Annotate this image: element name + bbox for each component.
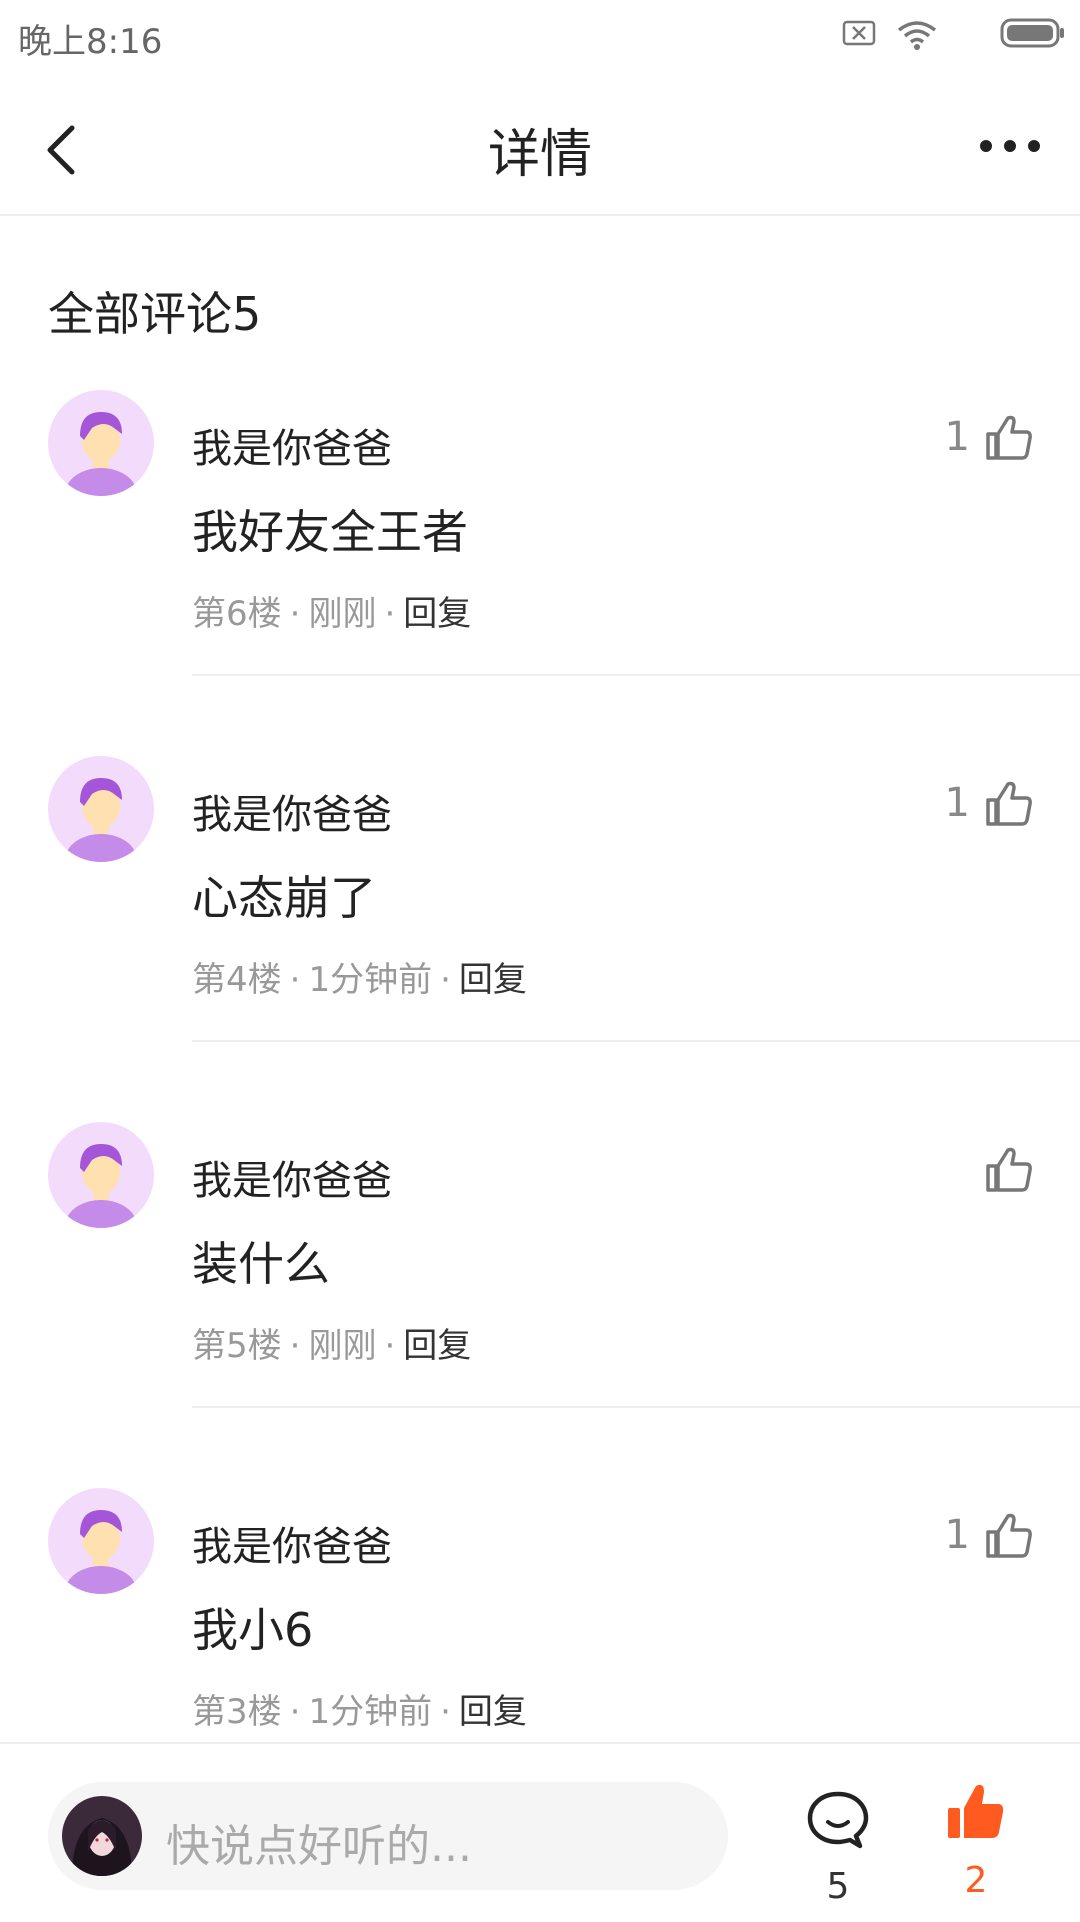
status-time: 晚上8:16	[18, 22, 163, 62]
meta-separator: ·	[289, 960, 301, 1000]
comment-username[interactable]: 我是你爸爸	[192, 782, 392, 840]
comment-text: 心态崩了	[192, 871, 376, 925]
thumbs-up-icon	[986, 1147, 1032, 1192]
avatar[interactable]	[48, 390, 154, 496]
meta-separator: ·	[289, 594, 301, 634]
user-avatar-icon	[48, 756, 154, 862]
comment-count: 5	[826, 1866, 850, 1907]
meta-separator: ·	[289, 1692, 301, 1732]
comment-item: 我是你爸爸 装什么 第5楼 · 刚刚 · 回复	[0, 1122, 1080, 1488]
comment-count-button[interactable]: 5	[798, 1780, 878, 1907]
bottom-bar: 快说点好听的... 5 2	[0, 1742, 1080, 1922]
user-avatar-icon	[48, 1122, 154, 1228]
comment-username[interactable]: 我是你爸爸	[192, 416, 392, 474]
comment-time: 刚刚	[308, 594, 377, 634]
comment-floor: 第3楼	[192, 1692, 282, 1732]
like-button[interactable]	[982, 1142, 1036, 1196]
comment-text: 装什么	[192, 1237, 330, 1291]
comment-time: 刚刚	[308, 1326, 377, 1366]
like-count: 1	[944, 780, 970, 826]
comment-text: 我好友全王者	[192, 505, 468, 559]
reply-button[interactable]: 回复	[403, 594, 471, 634]
comment-input[interactable]: 快说点好听的...	[48, 1782, 728, 1890]
comment-item: 我是你爸爸 心态崩了 第4楼 · 1分钟前 · 回复 1	[0, 756, 1080, 1122]
like-button[interactable]	[982, 1508, 1036, 1562]
meta-separator: ·	[440, 1692, 451, 1732]
avatar[interactable]	[48, 1122, 154, 1228]
meta-separator: ·	[289, 1326, 301, 1366]
thumbs-up-icon	[986, 781, 1032, 826]
comment-meta: 第3楼 · 1分钟前 · 回复	[192, 1684, 527, 1733]
meta-separator: ·	[384, 1326, 396, 1366]
like-button[interactable]	[982, 410, 1036, 464]
thumbs-up-filled-icon	[948, 1784, 1004, 1838]
avatar[interactable]	[48, 1488, 154, 1594]
comment-floor: 第5楼	[192, 1326, 282, 1366]
reply-button[interactable]: 回复	[459, 1692, 527, 1732]
comment-meta: 第5楼 · 刚刚 · 回复	[192, 1318, 471, 1367]
comment-meta: 第6楼 · 刚刚 · 回复	[192, 586, 471, 635]
thumbs-up-icon	[986, 1513, 1032, 1558]
avatar[interactable]	[48, 756, 154, 862]
comment-input-placeholder: 快说点好听的...	[166, 1821, 472, 1872]
wifi-icon	[897, 21, 937, 50]
more-dots-icon	[980, 140, 1040, 152]
thumbs-up-icon	[986, 415, 1032, 460]
meta-separator: ·	[440, 960, 451, 1000]
meta-separator: ·	[384, 594, 396, 634]
comment-meta: 第4楼 · 1分钟前 · 回复	[192, 952, 527, 1001]
comment-username[interactable]: 我是你爸爸	[192, 1514, 392, 1572]
divider	[192, 1040, 1080, 1042]
like-total-button[interactable]: 2	[936, 1774, 1016, 1901]
like-count: 1	[944, 414, 970, 460]
comment-time: 1分钟前	[308, 960, 433, 1000]
nav-bar: 详情	[0, 76, 1080, 216]
divider	[192, 674, 1080, 676]
current-user-avatar-icon	[62, 1796, 142, 1876]
comment-text: 我小6	[192, 1603, 314, 1657]
like-count: 1	[944, 1512, 970, 1558]
page-title: 详情	[487, 125, 592, 185]
current-user-avatar[interactable]	[62, 1796, 142, 1876]
reply-button[interactable]: 回复	[403, 1326, 471, 1366]
like-button[interactable]	[982, 776, 1036, 830]
comment-time: 1分钟前	[308, 1692, 433, 1732]
comments-section-title: 全部评论5	[48, 287, 262, 341]
sim-x-icon	[842, 20, 876, 46]
comment-bubble-icon	[807, 1791, 869, 1849]
battery-icon	[1000, 18, 1064, 48]
user-avatar-icon	[48, 390, 154, 496]
comment-username[interactable]: 我是你爸爸	[192, 1148, 392, 1206]
comment-item: 我是你爸爸 我好友全王者 第6楼 · 刚刚 · 回复 1	[0, 390, 1080, 756]
reply-button[interactable]: 回复	[459, 960, 527, 1000]
more-button[interactable]	[970, 116, 1050, 176]
status-bar: 晚上8:16	[0, 0, 1080, 76]
divider	[192, 1406, 1080, 1408]
comment-floor: 第4楼	[192, 960, 282, 1000]
like-total-count: 2	[964, 1860, 988, 1901]
comment-floor: 第6楼	[192, 594, 282, 634]
user-avatar-icon	[48, 1488, 154, 1594]
